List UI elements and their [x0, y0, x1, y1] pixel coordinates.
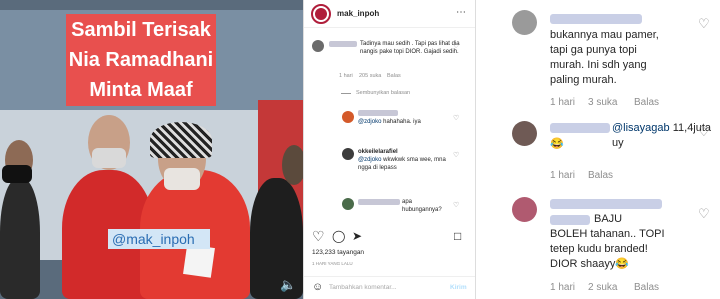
- heart-icon[interactable]: ♡: [698, 16, 710, 32]
- heart-icon[interactable]: ♡: [453, 114, 459, 122]
- avatar[interactable]: [512, 197, 537, 222]
- face-mask: [2, 165, 32, 183]
- blurred-username: [358, 199, 400, 205]
- comment-text: Tadinya mau sedih . Tapi pas lihat dia n…: [360, 41, 460, 55]
- blurred-username: [329, 41, 357, 47]
- blurred-username: [358, 110, 398, 116]
- bookmark-icon[interactable]: □: [454, 229, 461, 243]
- reply-username[interactable]: okkeilelarafiel: [358, 148, 453, 156]
- person-far-left: [0, 178, 40, 299]
- comment-text-line: BOLEH tahanan.. TOPI: [550, 228, 665, 240]
- blurred-username: [550, 199, 662, 209]
- video-title-line: Minta Maaf: [89, 79, 193, 101]
- post-actions: ♡ ◯ ➤ □: [304, 228, 476, 248]
- avatar[interactable]: [512, 10, 537, 35]
- comment-likes[interactable]: 2 suka: [588, 282, 617, 293]
- comment-likes[interactable]: 205 suka: [359, 73, 381, 79]
- paper-sheet: [183, 244, 215, 278]
- avatar[interactable]: [342, 148, 354, 160]
- comment-likes[interactable]: 3 suka: [588, 97, 617, 108]
- hide-replies-button[interactable]: Sembunyikan balasan: [356, 90, 410, 96]
- heart-icon[interactable]: ♡: [698, 206, 710, 222]
- divider: [341, 93, 351, 94]
- post-header: mak_inpoh ⋯: [304, 0, 476, 28]
- comment-icon[interactable]: ◯: [332, 229, 345, 243]
- blurred-text: [550, 215, 590, 225]
- heart-icon[interactable]: ♡: [312, 228, 325, 245]
- comment-time: 1 hari: [550, 97, 576, 108]
- avatar[interactable]: [512, 121, 537, 146]
- mention-link[interactable]: @zdjoko: [358, 157, 381, 163]
- speaker-icon[interactable]: 🔈: [280, 277, 296, 293]
- face-mask: [92, 148, 126, 168]
- comment-text-line: BAJU: [594, 213, 623, 225]
- heart-icon[interactable]: ♡: [453, 151, 459, 159]
- zoomed-comments-panel: bukannya mau pamer, tapi ga punya topi m…: [475, 0, 720, 299]
- reply-button[interactable]: Balas: [387, 73, 401, 79]
- comment-text-line: tapi ga punya topi: [550, 44, 637, 56]
- comment-text-line: paling murah.: [550, 74, 617, 86]
- mention-link[interactable]: @lisayagab: [612, 122, 670, 134]
- add-comment-input[interactable]: Tambahkan komentar...: [329, 284, 397, 291]
- mention-link[interactable]: @zdjoko: [358, 119, 381, 125]
- share-icon[interactable]: ➤: [352, 229, 362, 243]
- comment-text-line: tetep kudu branded!: [550, 243, 648, 255]
- reply-text: apa hubungannya?: [402, 199, 442, 213]
- more-dots-icon[interactable]: ⋯: [456, 7, 466, 18]
- post-time: 1 HARI YANG LALU: [312, 261, 353, 266]
- comment-composer: ☺ Tambahkan komentar... Kirim: [304, 276, 476, 299]
- patterned-cap: [150, 122, 212, 158]
- video-player[interactable]: Sambil Terisak Nia Ramadhani Minta Maaf …: [0, 0, 303, 299]
- emoji-icon[interactable]: ☺: [312, 281, 323, 293]
- send-button[interactable]: Kirim: [450, 284, 467, 291]
- avatar[interactable]: [311, 4, 331, 24]
- reply-button[interactable]: Balas: [588, 170, 613, 181]
- heart-icon[interactable]: ♡: [698, 124, 710, 140]
- comment-text-line: bukannya mau pamer,: [550, 29, 659, 41]
- blurred-username: [550, 14, 642, 24]
- reply-text: @zdjoko wkwkwk sma wee, mna ngga di lepa…: [358, 156, 453, 172]
- heart-icon[interactable]: ♡: [453, 201, 459, 209]
- video-title-line: Sambil Terisak: [71, 19, 211, 41]
- blurred-username: [550, 123, 610, 133]
- emoji: 😂: [550, 138, 564, 150]
- comment-time: 1 hari: [550, 282, 576, 293]
- avatar[interactable]: [342, 111, 354, 123]
- reply-button[interactable]: Balas: [634, 97, 659, 108]
- heart-icon[interactable]: ♡: [453, 42, 459, 50]
- instagram-post-panel: mak_inpoh ⋯ Tadinya mau sedih . Tapi pas…: [303, 0, 476, 299]
- reply-text: @zdjoko hahahaha. iya: [358, 118, 453, 126]
- video-title-line: Nia Ramadhani: [68, 49, 214, 71]
- video-title-box: Sambil Terisak Nia Ramadhani Minta Maaf: [66, 14, 216, 106]
- watermark: @mak_inpoh: [108, 229, 210, 249]
- reply-button[interactable]: Balas: [634, 282, 659, 293]
- view-count: 123,233 tayangan: [312, 249, 365, 256]
- avatar[interactable]: [312, 40, 324, 52]
- emoji: 😂: [615, 258, 630, 270]
- comment-text-line: DIOR shaayy😂: [550, 257, 629, 272]
- comment-time: 1 hari: [550, 170, 576, 181]
- face-mask: [164, 168, 200, 190]
- avatar[interactable]: [342, 198, 354, 210]
- head-right: [282, 145, 303, 185]
- comment-text-end: DIOR shaayy: [550, 258, 616, 270]
- reply-body: hahahaha. iya: [383, 119, 421, 125]
- post-username[interactable]: mak_inpoh: [337, 9, 379, 18]
- comment-text-line: murah. Ini sdh yang: [550, 59, 647, 71]
- comment-time: 1 hari: [339, 73, 353, 79]
